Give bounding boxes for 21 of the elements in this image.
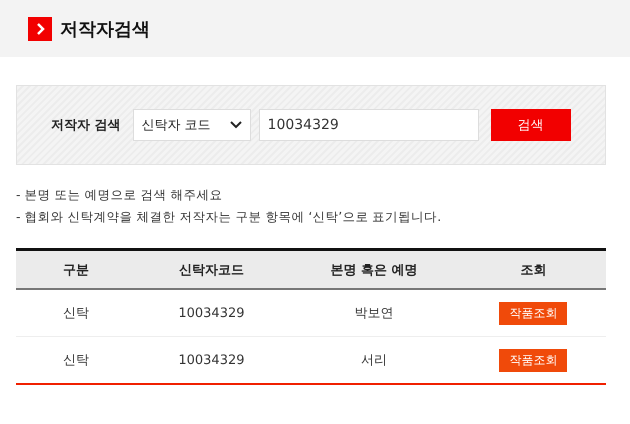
column-header: 조회: [460, 250, 606, 289]
view-works-button[interactable]: 작품조회: [499, 348, 568, 372]
search-input[interactable]: 10034329: [258, 109, 479, 141]
column-header: 본명 혹은 예명: [286, 250, 461, 289]
column-header: 구분: [16, 250, 136, 289]
note-text: - 협회와 신탁계약을 체결한 저작자는 구분 항목에 ‘신탁’으로 표기됩니다.: [16, 209, 442, 226]
note-text: - 본명 또는 예명으로 검색 해주세요: [16, 187, 224, 204]
column-header: 신탁자코드: [136, 250, 287, 289]
table-cell: 신탁: [16, 289, 136, 336]
table-cell: 10034329: [136, 336, 287, 384]
search-label: 저작자 검색: [51, 117, 121, 134]
chevron-icon: [28, 16, 52, 40]
search-button[interactable]: 검색: [490, 109, 571, 141]
search-type-select[interactable]: 신탁자 코드: [132, 109, 251, 141]
table-cell: 서리: [286, 336, 461, 384]
table-cell: 10034329: [136, 289, 287, 336]
chevron-down-icon: [230, 121, 242, 129]
table-cell: 신탁: [16, 336, 136, 384]
page-title: 저작자검색: [60, 18, 150, 40]
table-cell: 박보연: [286, 289, 461, 336]
view-works-button[interactable]: 작품조회: [499, 302, 568, 324]
